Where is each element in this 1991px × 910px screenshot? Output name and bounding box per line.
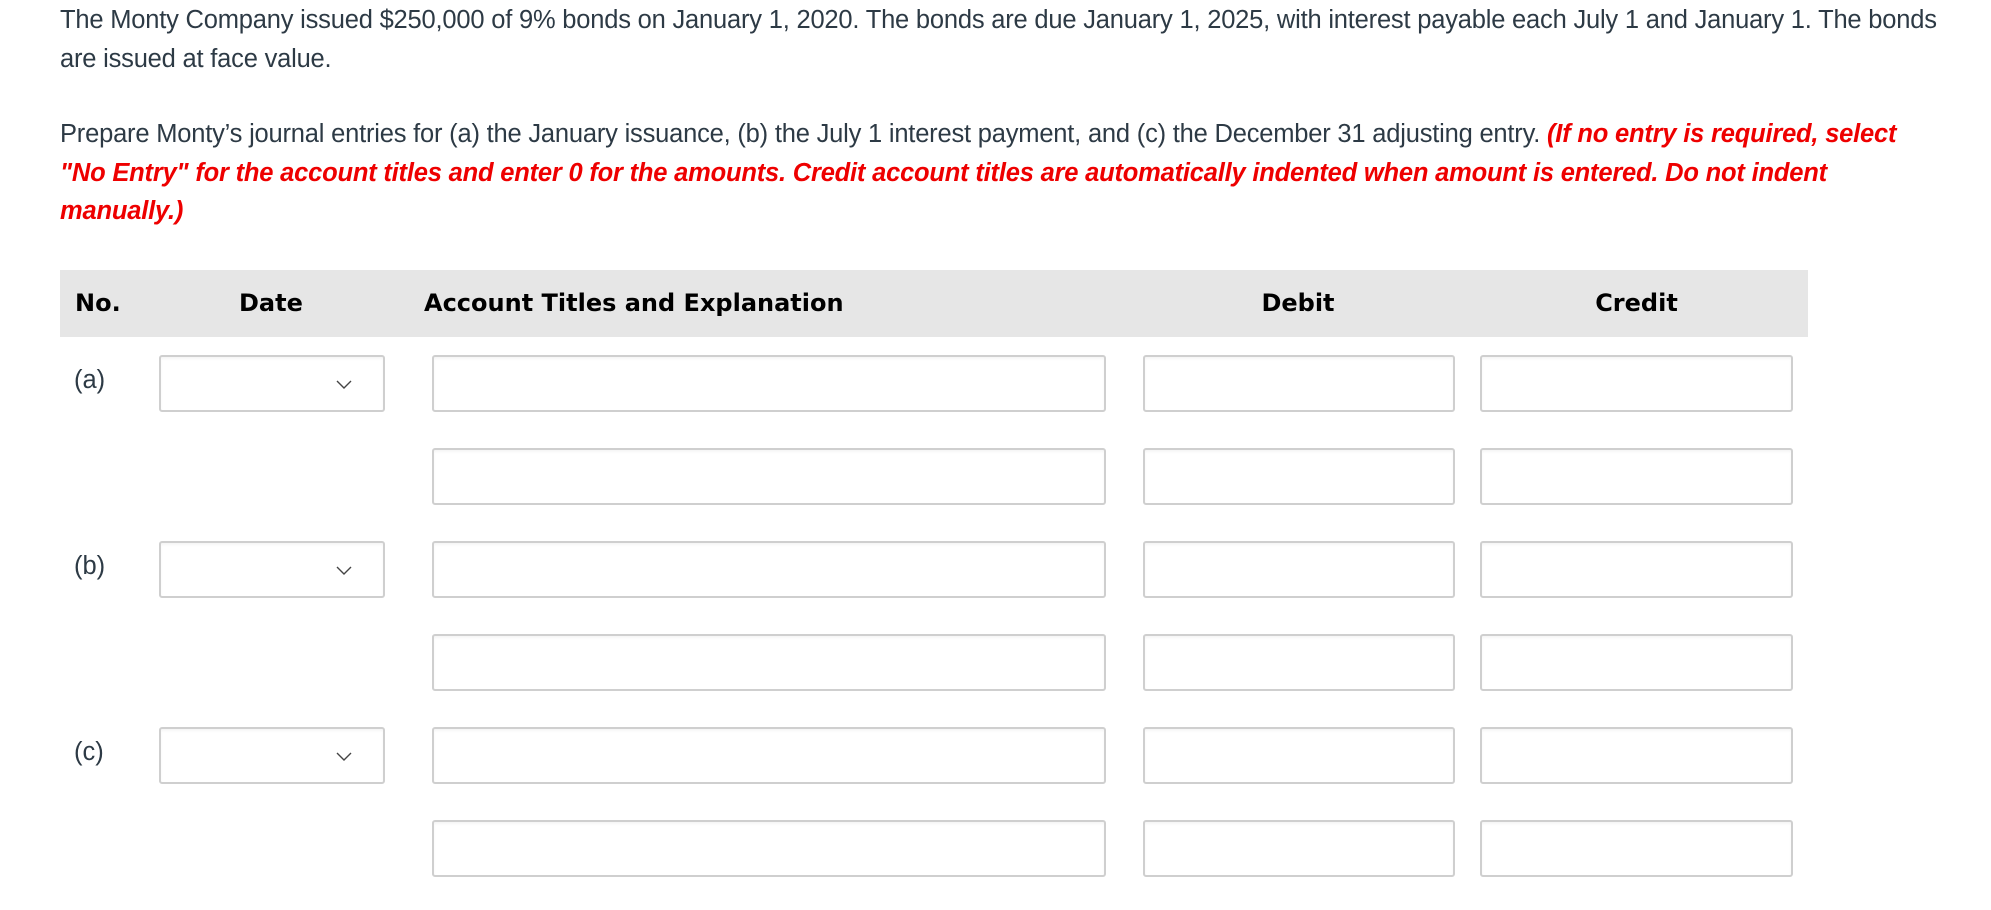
chevron-down-icon bbox=[336, 380, 352, 389]
account-title-input[interactable] bbox=[432, 727, 1106, 784]
chevron-down-icon bbox=[336, 752, 352, 761]
problem-prompt: Prepare Monty’s journal entries for (a) … bbox=[60, 115, 1940, 231]
entry-label: (c) bbox=[74, 738, 104, 766]
debit-input[interactable] bbox=[1143, 448, 1455, 505]
account-title-input[interactable] bbox=[432, 634, 1106, 691]
date-select[interactable] bbox=[159, 727, 385, 784]
account-title-input[interactable] bbox=[432, 820, 1106, 877]
journal-table-header: No. Date Account Titles and Explanation … bbox=[60, 270, 1808, 337]
entry-label: (b) bbox=[74, 552, 106, 580]
entry-label: (a) bbox=[74, 366, 106, 394]
debit-input[interactable] bbox=[1143, 634, 1455, 691]
debit-input[interactable] bbox=[1143, 727, 1455, 784]
credit-input[interactable] bbox=[1480, 820, 1793, 877]
debit-input[interactable] bbox=[1143, 820, 1455, 877]
header-no: No. bbox=[75, 289, 121, 317]
header-debit: Debit bbox=[1261, 289, 1335, 317]
credit-input[interactable] bbox=[1480, 634, 1793, 691]
credit-input[interactable] bbox=[1480, 541, 1793, 598]
header-credit: Credit bbox=[1595, 289, 1678, 317]
header-account-titles: Account Titles and Explanation bbox=[424, 289, 844, 317]
debit-input[interactable] bbox=[1143, 355, 1455, 412]
date-select[interactable] bbox=[159, 355, 385, 412]
date-select[interactable] bbox=[159, 541, 385, 598]
credit-input[interactable] bbox=[1480, 448, 1793, 505]
credit-input[interactable] bbox=[1480, 727, 1793, 784]
problem-statement: The Monty Company issued $250,000 of 9% … bbox=[60, 6, 1937, 73]
account-title-input[interactable] bbox=[432, 448, 1106, 505]
account-title-input[interactable] bbox=[432, 355, 1106, 412]
debit-input[interactable] bbox=[1143, 541, 1455, 598]
account-title-input[interactable] bbox=[432, 541, 1106, 598]
header-date: Date bbox=[239, 289, 303, 317]
chevron-down-icon bbox=[336, 566, 352, 575]
credit-input[interactable] bbox=[1480, 355, 1793, 412]
prompt-text: Prepare Monty’s journal entries for (a) … bbox=[60, 120, 1548, 148]
